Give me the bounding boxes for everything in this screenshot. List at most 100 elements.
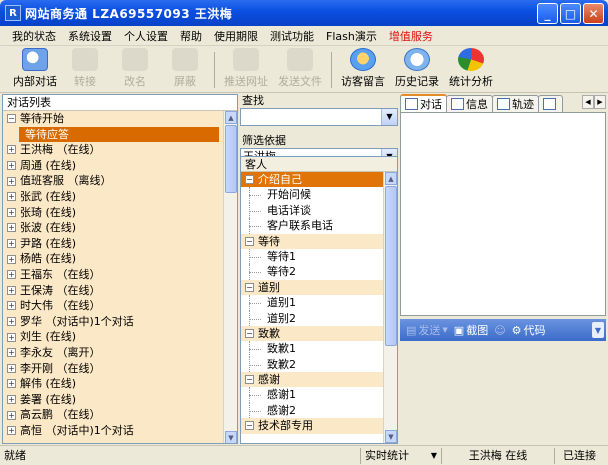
- tab-conversation[interactable]: 对话: [400, 94, 447, 112]
- expand-icon[interactable]: +: [7, 254, 16, 264]
- scroll-thumb[interactable]: [225, 125, 237, 193]
- conversation-row[interactable]: + 王保涛 （在线）: [3, 283, 237, 299]
- tab-info[interactable]: 信息: [446, 95, 493, 112]
- scroll-down-arrow[interactable]: ▼: [385, 430, 397, 443]
- conversation-list-scrollbar[interactable]: ▲ ▼: [223, 111, 237, 443]
- conversation-row[interactable]: + 刘生 (在线): [3, 329, 237, 345]
- menu-my-status[interactable]: 我的状态: [6, 28, 62, 44]
- conversation-row[interactable]: + 张武 (在线): [3, 189, 237, 205]
- phrase-item[interactable]: 等待2: [241, 264, 397, 281]
- scroll-up-arrow[interactable]: ▲: [385, 172, 397, 185]
- phrase-item[interactable]: 电话详谈: [241, 202, 397, 219]
- search-combobox[interactable]: ▼: [240, 108, 398, 126]
- expand-icon[interactable]: +: [7, 223, 16, 233]
- conversation-row[interactable]: + 王福东 （在线）: [3, 267, 237, 283]
- internal-chat-button[interactable]: 内部对话: [10, 48, 60, 92]
- phrase-group[interactable]: − 等待: [241, 233, 397, 249]
- menu-usage-period[interactable]: 使用期限: [208, 28, 264, 44]
- chevron-down-icon[interactable]: ▼: [592, 322, 604, 338]
- close-button[interactable]: ✕: [583, 3, 604, 24]
- expand-icon[interactable]: +: [7, 379, 16, 389]
- expand-icon[interactable]: +: [7, 176, 16, 186]
- send-file-button[interactable]: 发送文件: [273, 48, 327, 92]
- expand-icon[interactable]: +: [7, 317, 16, 327]
- expand-icon[interactable]: +: [7, 239, 16, 249]
- rename-button[interactable]: 改名: [110, 48, 160, 92]
- push-url-button[interactable]: 推送网址: [219, 48, 273, 92]
- expand-icon[interactable]: +: [7, 394, 16, 404]
- transfer-button[interactable]: 转接: [60, 48, 110, 92]
- minimize-button[interactable]: _: [537, 3, 558, 24]
- conversation-row[interactable]: + 尹路 (在线): [3, 236, 237, 252]
- send-button[interactable]: ▤ 发送 ▼: [406, 322, 448, 338]
- menu-test-features[interactable]: 测试功能: [264, 28, 320, 44]
- statistics-button[interactable]: 统计分析: [444, 48, 498, 92]
- phrase-group[interactable]: − 技术部专用: [241, 418, 397, 434]
- expand-icon[interactable]: +: [7, 410, 16, 420]
- expand-icon[interactable]: +: [7, 363, 16, 373]
- code-button[interactable]: ⚙ 代码: [512, 322, 546, 338]
- conversation-row[interactable]: + 张琦 (在线): [3, 205, 237, 221]
- phrase-group[interactable]: − 介绍自己: [241, 172, 397, 188]
- visitor-message-button[interactable]: 访客留言: [336, 48, 390, 92]
- expand-icon[interactable]: +: [7, 270, 16, 280]
- collapse-icon[interactable]: −: [7, 114, 16, 124]
- menu-system-settings[interactable]: 系统设置: [62, 28, 118, 44]
- conversation-row[interactable]: + 杨皓 (在线): [3, 251, 237, 267]
- conversation-row[interactable]: + 周通 (在线): [3, 158, 237, 174]
- menu-help[interactable]: 帮助: [174, 28, 208, 44]
- collapse-icon[interactable]: −: [245, 375, 254, 385]
- expand-icon[interactable]: +: [7, 161, 16, 171]
- expand-icon[interactable]: +: [7, 426, 16, 436]
- phrase-item[interactable]: 客户联系电话: [241, 218, 397, 234]
- phrase-item[interactable]: 感谢1: [241, 387, 397, 404]
- tab-track[interactable]: 轨迹: [492, 95, 539, 112]
- expand-icon[interactable]: +: [7, 207, 16, 217]
- phrase-item[interactable]: 道别2: [241, 310, 397, 327]
- collapse-icon[interactable]: −: [245, 175, 254, 185]
- collapse-icon[interactable]: −: [245, 282, 254, 292]
- phrase-group[interactable]: − 致歉: [241, 325, 397, 342]
- conversation-row[interactable]: + 李永友 （离开）: [3, 345, 237, 361]
- expand-icon[interactable]: +: [7, 145, 16, 155]
- menu-personal-settings[interactable]: 个人设置: [118, 28, 174, 44]
- collapse-icon[interactable]: −: [245, 236, 254, 246]
- tab-scroll-right-icon[interactable]: ▶: [594, 95, 606, 109]
- realtime-stats-dropdown[interactable]: 实时统计 ▼: [360, 447, 442, 464]
- tab-scroll-left-icon[interactable]: ◀: [582, 95, 594, 109]
- block-button[interactable]: 屏蔽: [160, 48, 210, 92]
- message-input-area[interactable]: [400, 341, 606, 441]
- phrase-group[interactable]: − 感谢: [241, 372, 397, 388]
- conversation-row[interactable]: + 张波 (在线): [3, 220, 237, 236]
- phrase-tree-scrollbar[interactable]: ▲ ▼: [383, 172, 397, 443]
- conversation-row[interactable]: 等待应答: [3, 126, 237, 143]
- expand-icon[interactable]: +: [7, 285, 16, 295]
- conversation-row[interactable]: + 李开刚 （在线）: [3, 361, 237, 377]
- phrase-group[interactable]: − 道别: [241, 279, 397, 296]
- conversation-display-area[interactable]: [400, 112, 606, 316]
- scroll-thumb[interactable]: [385, 186, 397, 346]
- phrase-item[interactable]: 致歉2: [241, 356, 397, 373]
- collapse-icon[interactable]: −: [245, 421, 254, 431]
- conversation-row[interactable]: + 时大伟 （在线）: [3, 298, 237, 314]
- expand-icon[interactable]: +: [7, 301, 16, 311]
- expand-icon[interactable]: +: [7, 332, 16, 342]
- collapse-icon[interactable]: −: [245, 329, 254, 339]
- menu-value-added-services[interactable]: 增值服务: [383, 28, 439, 44]
- phrase-item[interactable]: 等待1: [241, 248, 397, 265]
- conversation-row[interactable]: + 高云鹏 （在线）: [3, 407, 237, 423]
- conversation-row[interactable]: + 罗华 （对话中)1个对话: [3, 314, 237, 330]
- phrase-item[interactable]: 感谢2: [241, 402, 397, 419]
- conversation-row[interactable]: + 姜署 (在线): [3, 392, 237, 408]
- expand-icon[interactable]: +: [7, 192, 16, 202]
- tab-more[interactable]: [538, 95, 563, 112]
- chevron-down-icon[interactable]: ▼: [381, 109, 397, 125]
- scroll-up-arrow[interactable]: ▲: [225, 111, 237, 124]
- scroll-down-arrow[interactable]: ▼: [225, 431, 237, 443]
- maximize-button[interactable]: □: [560, 3, 581, 24]
- phrase-item[interactable]: 道别1: [241, 295, 397, 311]
- conversation-row[interactable]: − 等待开始: [3, 111, 237, 127]
- conversation-row[interactable]: + 值班客服 （离线）: [3, 173, 237, 189]
- phrase-item[interactable]: 致歉1: [241, 341, 397, 358]
- emoji-button[interactable]: ☺: [494, 324, 505, 337]
